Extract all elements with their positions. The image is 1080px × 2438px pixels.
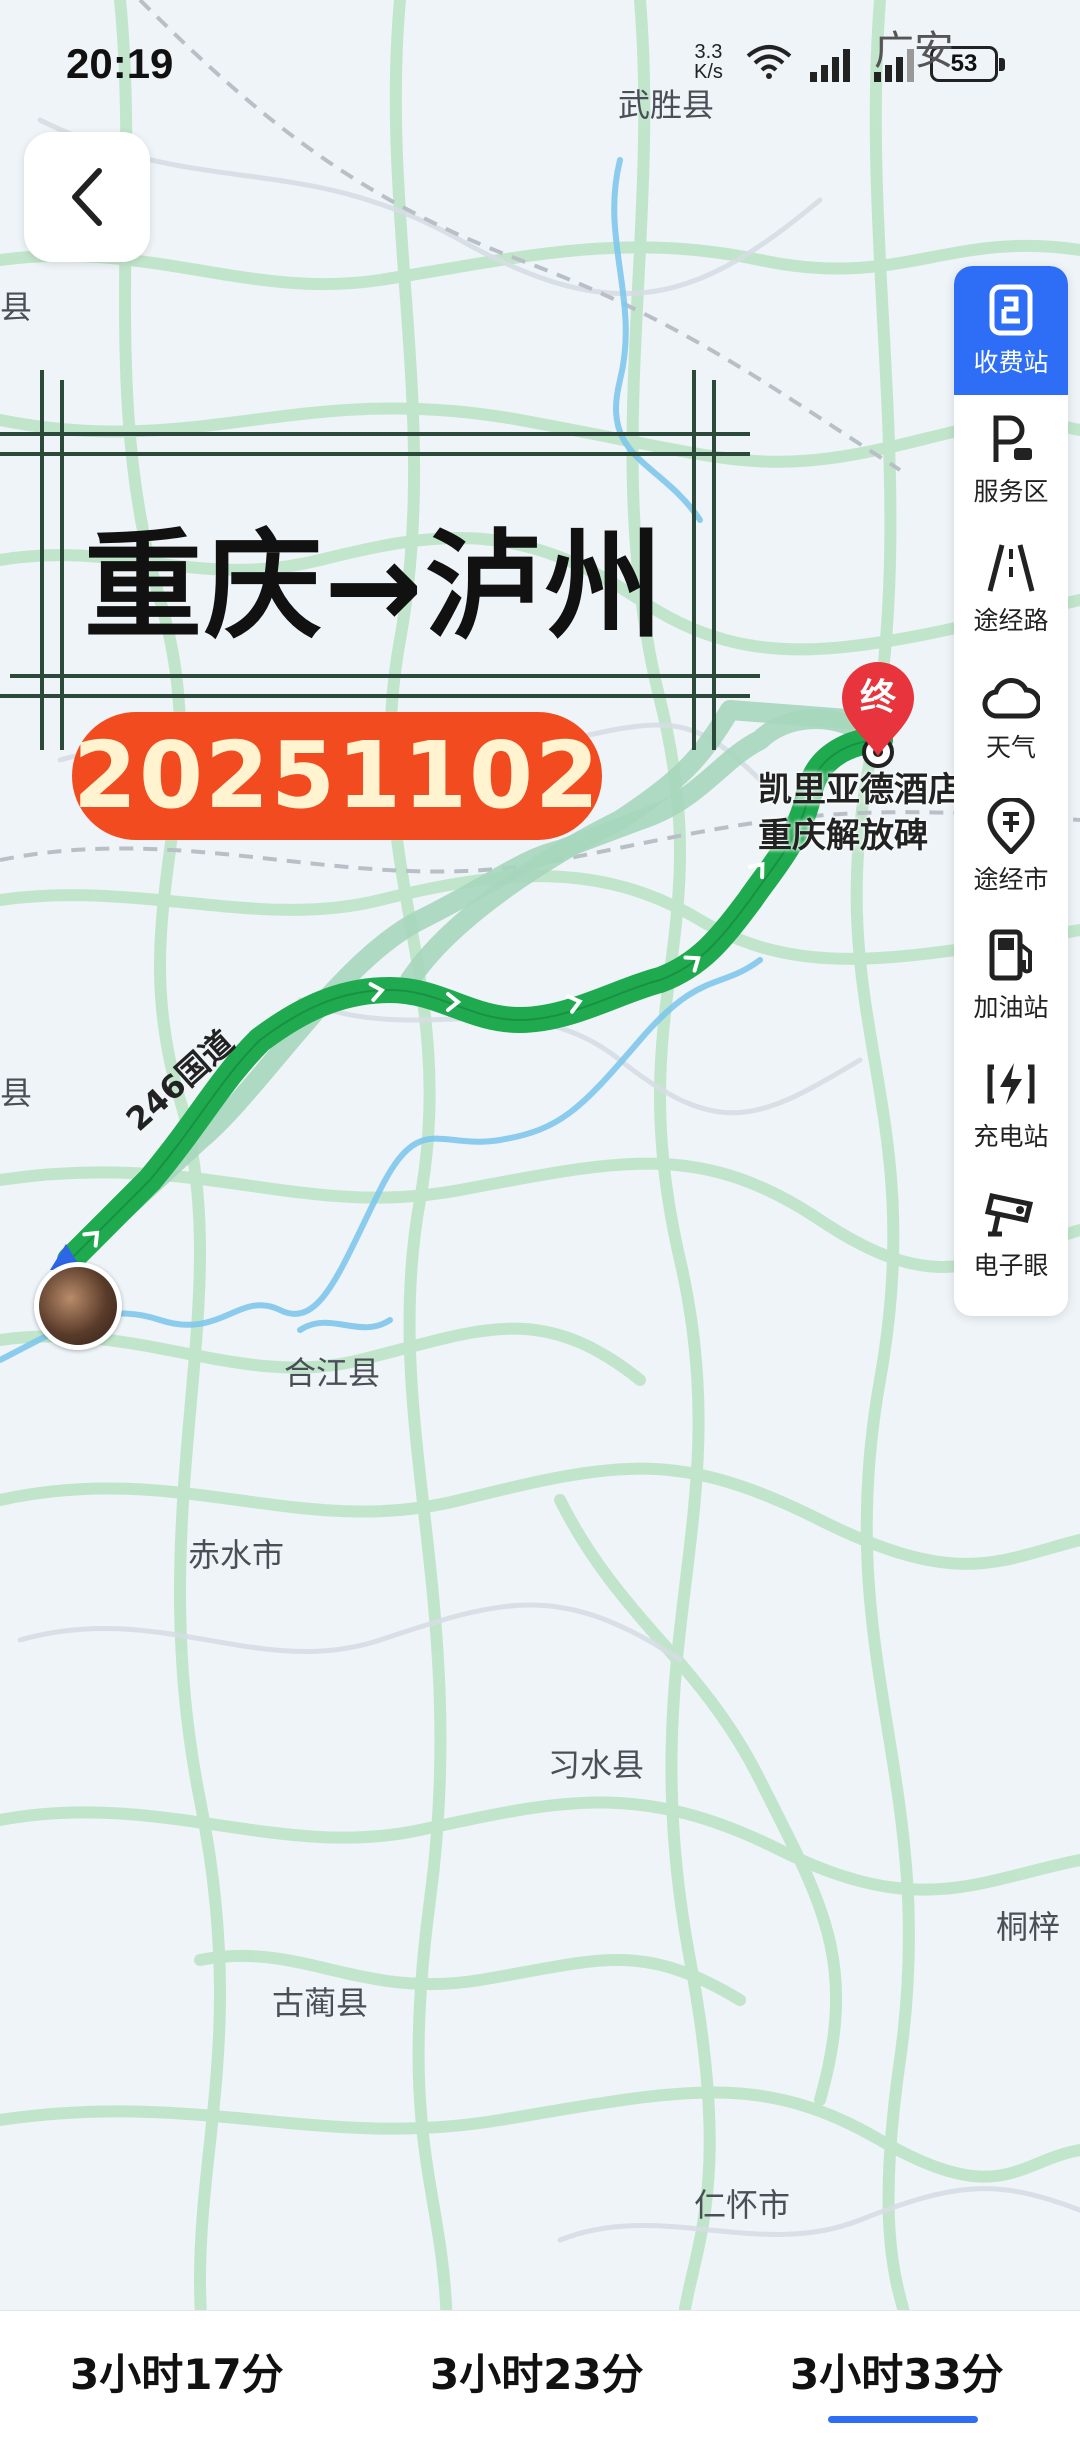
service-area-icon (993, 415, 1032, 462)
city-pin-icon (987, 797, 1035, 854)
network-speed-unit: K/s (694, 61, 723, 83)
toll-station-icon (989, 284, 1033, 335)
sidebar-item-label: 服务区 (973, 476, 1049, 506)
route-info-sidebar: 收费站 服务区 途经路 天气 途经市 加油站 充电站 电子眼 (954, 266, 1068, 1316)
road-icon (987, 543, 1035, 592)
camera-icon (984, 1192, 1034, 1236)
place-label: 武胜县 (618, 86, 715, 124)
network-speed: 3.3 K/s (694, 42, 723, 82)
sidebar-item-gas-station[interactable]: 加油站 (954, 911, 1068, 1040)
sidebar-item-service-area[interactable]: 服务区 (954, 395, 1068, 524)
weather-cloud-icon (982, 677, 1040, 719)
charging-station-icon (987, 1062, 1035, 1105)
route-option-3[interactable]: 3小时33分 (790, 2341, 1004, 2402)
sidebar-item-label: 途经市 (973, 864, 1049, 894)
route-option-1[interactable]: 3小时17分 (70, 2341, 284, 2402)
destination-subname[interactable]: 重庆解放碑 (758, 808, 928, 857)
place-label: 仁怀市 (694, 2186, 791, 2224)
sidebar-item-speed-camera[interactable]: 电子眼 (954, 1169, 1068, 1298)
place-label: 古蔺县 (272, 1984, 369, 2022)
map-canvas[interactable] (0, 0, 1080, 2437)
sidebar-item-label: 加油站 (973, 992, 1049, 1022)
place-label: 桐梓 (996, 1908, 1061, 1946)
sidebar-item-cities[interactable]: 途经市 (954, 782, 1068, 911)
destination-name[interactable]: 凯里亚德酒店 (758, 762, 962, 811)
destination-pin-label: 终 (859, 677, 896, 718)
wifi-icon (746, 45, 792, 79)
place-label: 广安 (874, 28, 954, 74)
sidebar-item-toll-station[interactable]: 收费站 (954, 266, 1068, 395)
place-label: 赤水市 (188, 1536, 285, 1574)
place-label: 合江县 (284, 1354, 381, 1392)
video-title: 重庆→泸州 (84, 517, 665, 655)
sidebar-item-weather[interactable]: 天气 (954, 653, 1068, 782)
route-options-bar: 3小时17分 3小时23分 3小时33分 (0, 2310, 1080, 2438)
route-option-2[interactable]: 3小时23分 (430, 2341, 644, 2402)
sidebar-item-route-roads[interactable]: 途经路 (954, 524, 1068, 653)
sidebar-item-label: 电子眼 (973, 1250, 1049, 1280)
date-badge: 20251102 (72, 712, 602, 840)
selected-route-indicator (828, 2416, 978, 2423)
signal-icon (810, 49, 850, 82)
sidebar-item-label: 天气 (985, 732, 1036, 762)
sidebar-item-label: 收费站 (973, 347, 1049, 377)
sidebar-item-label: 充电站 (973, 1121, 1049, 1151)
place-label: 泸县 (0, 1074, 33, 1112)
place-label: 岳县 (0, 288, 33, 326)
place-label: 习水县 (548, 1746, 645, 1784)
gas-station-icon (989, 929, 1032, 980)
network-speed-value: 3.3 (694, 41, 723, 63)
chevron-left-icon (72, 168, 102, 226)
sidebar-item-charging-station[interactable]: 充电站 (954, 1040, 1068, 1169)
start-avatar[interactable] (34, 1262, 122, 1350)
sidebar-item-label: 途经路 (973, 605, 1049, 635)
back-button[interactable] (24, 132, 150, 262)
status-time: 20:19 (66, 40, 174, 87)
